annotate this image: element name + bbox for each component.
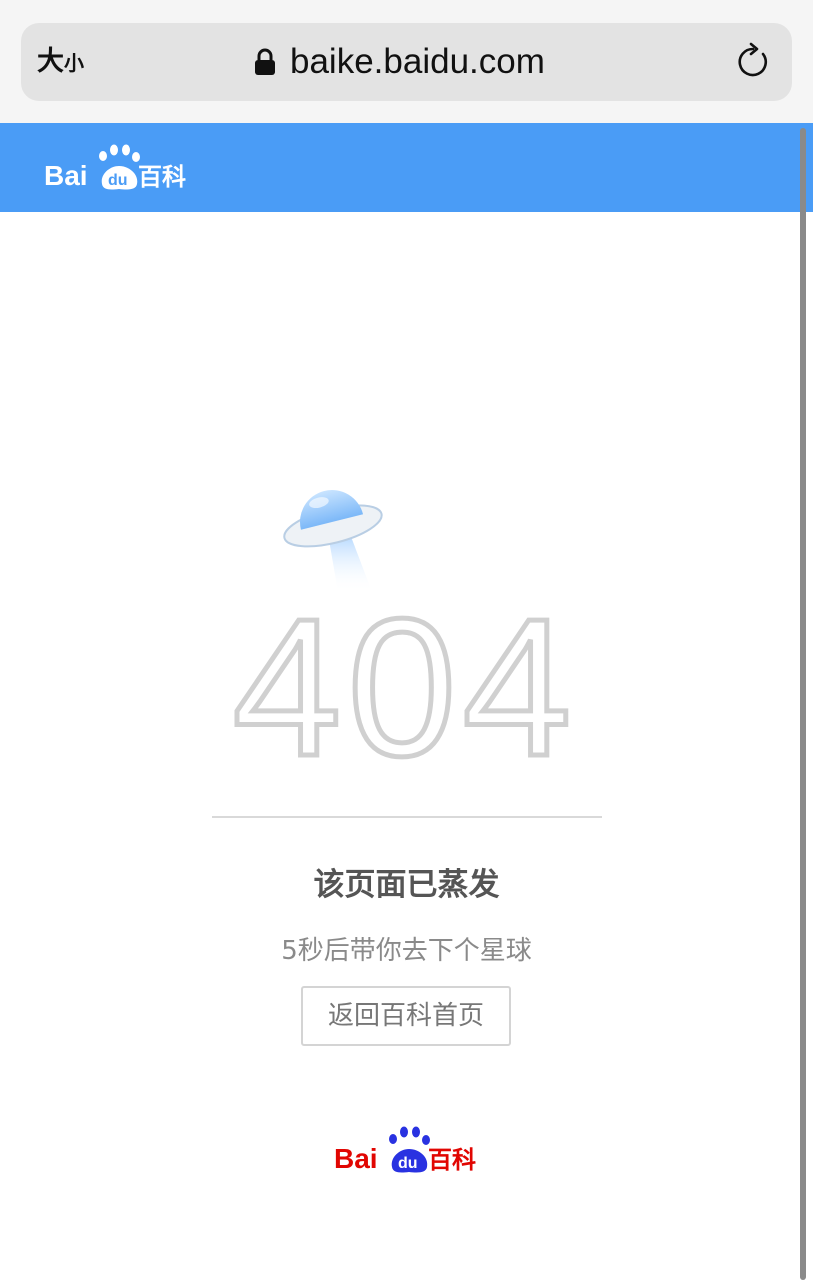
footer-logo-baike: 百科 xyxy=(428,1146,476,1174)
error-title: 该页面已蒸发 xyxy=(313,867,500,903)
header-logo-du: du xyxy=(108,172,128,189)
text-size-button[interactable]: 大小 xyxy=(37,45,84,80)
address-display[interactable]: baike.baidu.com xyxy=(254,41,545,83)
url-text: baike.baidu.com xyxy=(290,42,545,81)
reload-icon[interactable] xyxy=(734,42,774,82)
header-logo-baike: 百科 xyxy=(138,163,186,191)
baidu-baike-logo[interactable]: Bai du 百科 xyxy=(44,140,190,192)
back-to-home-button[interactable]: 返回百科首页 xyxy=(301,986,511,1046)
redirect-notice: 5秒后带你去下个星球 xyxy=(281,936,532,966)
footer-baidu-baike-logo[interactable]: Bai du 百科 xyxy=(334,1122,480,1174)
site-header: Bai du 百科 xyxy=(0,123,813,212)
ufo-icon xyxy=(283,490,383,592)
header-logo-bai: Bai xyxy=(44,160,88,191)
footer-logo-bai: Bai xyxy=(334,1143,378,1174)
text-size-small-label: 小 xyxy=(64,51,84,75)
error-code: 404 xyxy=(230,578,578,797)
address-bar[interactable]: 大小 baike.baidu.com xyxy=(21,23,792,101)
divider xyxy=(212,816,602,818)
page-scrollbar[interactable] xyxy=(800,128,806,1280)
text-size-big-label: 大 xyxy=(37,46,64,77)
footer-logo-du: du xyxy=(398,1155,418,1172)
browser-toolbar: 大小 baike.baidu.com xyxy=(0,0,813,123)
lock-icon xyxy=(255,48,275,75)
